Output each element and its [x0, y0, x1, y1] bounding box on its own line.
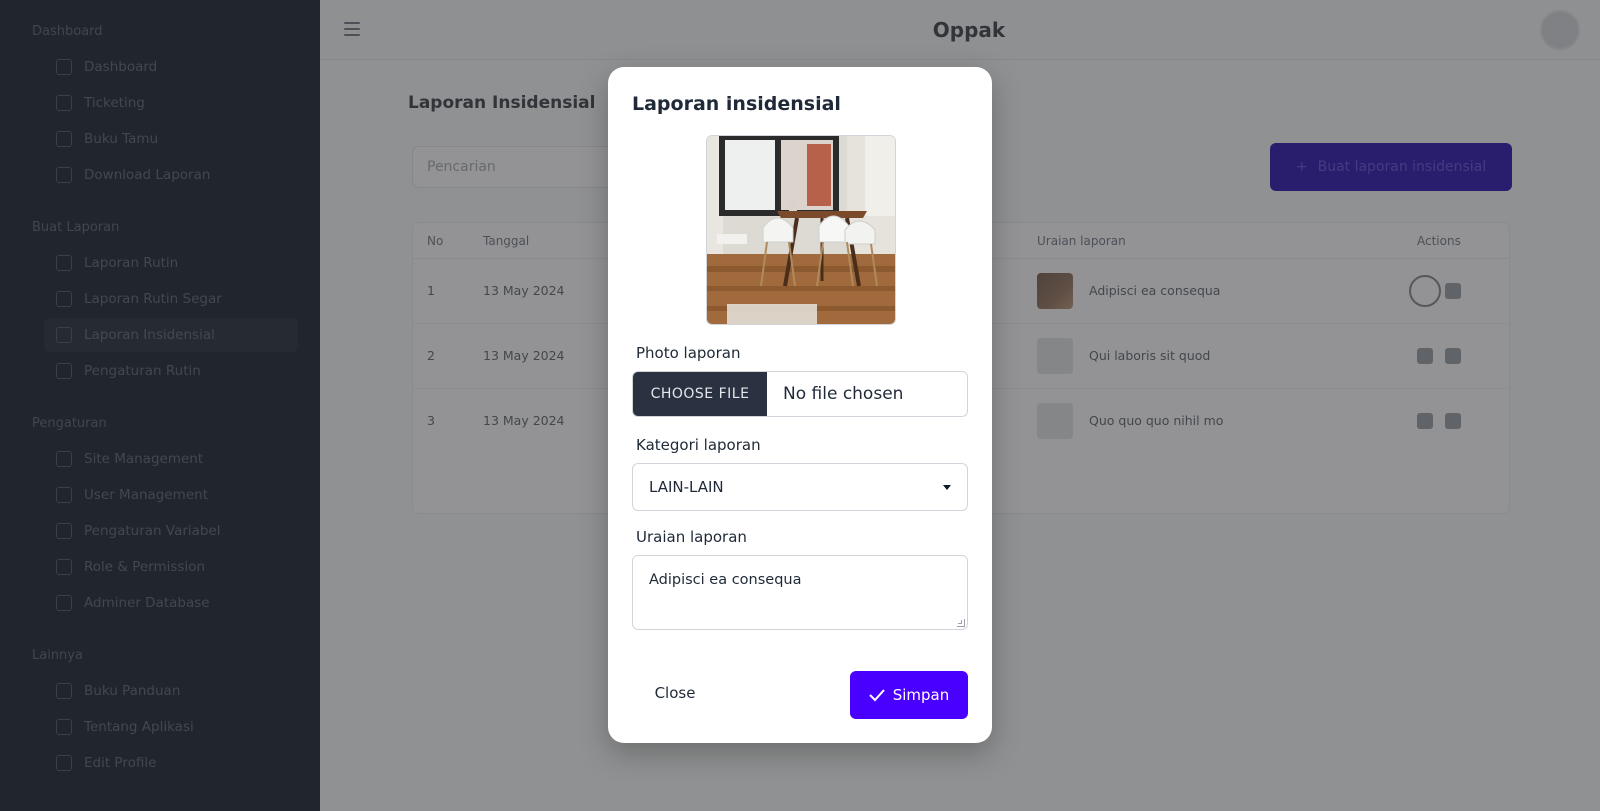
- resize-handle-icon[interactable]: [957, 619, 965, 627]
- description-label: Uraian laporan: [636, 528, 747, 546]
- file-status: No file chosen: [783, 384, 904, 404]
- close-button[interactable]: Close: [632, 671, 718, 715]
- description-textarea[interactable]: Adipisci ea consequa: [632, 555, 968, 630]
- caret-down-icon: [943, 485, 951, 490]
- save-button[interactable]: Simpan: [850, 671, 968, 719]
- modal-title: Laporan insidensial: [632, 93, 841, 115]
- category-select[interactable]: LAIN-LAIN: [632, 463, 968, 511]
- category-selected-value: LAIN-LAIN: [649, 478, 724, 496]
- save-button-label: Simpan: [892, 686, 950, 704]
- choose-file-button[interactable]: CHOOSE FILE: [633, 372, 767, 416]
- description-value: Adipisci ea consequa: [649, 572, 802, 588]
- check-icon: [869, 689, 885, 702]
- photo-label: Photo laporan: [636, 344, 741, 362]
- photo-file-input[interactable]: CHOOSE FILE No file chosen: [632, 371, 968, 417]
- report-modal: Laporan insidensial Photo laporan CHOOSE…: [608, 67, 992, 743]
- category-label: Kategori laporan: [636, 436, 761, 454]
- report-photo-preview: [706, 135, 896, 325]
